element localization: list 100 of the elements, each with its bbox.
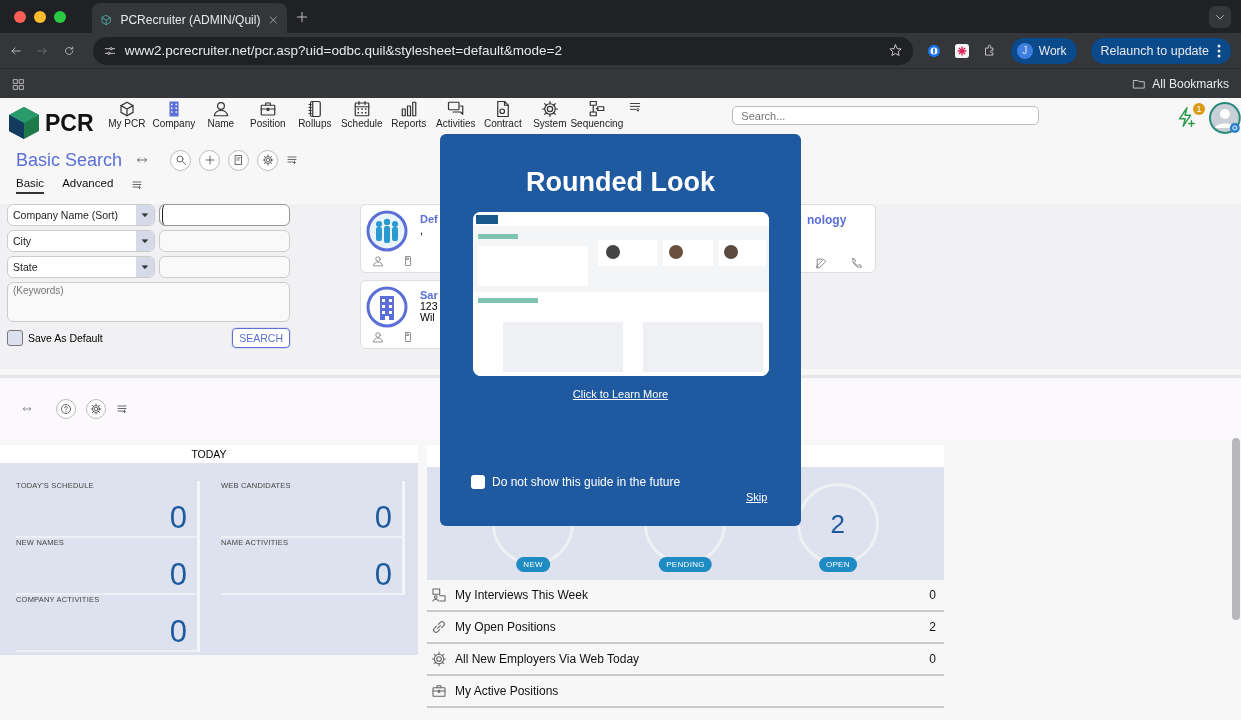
- nav-item[interactable]: Activities: [432, 98, 480, 129]
- person-icon: [372, 255, 384, 267]
- cube-icon: [100, 12, 113, 27]
- folder-icon: [1132, 77, 1147, 91]
- close-window-button[interactable]: [14, 10, 26, 23]
- person-icon: [372, 331, 384, 343]
- menu-icon[interactable]: [131, 179, 144, 191]
- edit-icon[interactable]: [815, 257, 828, 270]
- nav-item[interactable]: Company: [150, 98, 198, 129]
- card-text: Wil: [420, 312, 435, 323]
- field-dropdown[interactable]: City: [7, 230, 155, 252]
- gear-icon: [431, 651, 447, 667]
- puzzle-icon[interactable]: [982, 42, 997, 59]
- close-icon[interactable]: [268, 13, 279, 26]
- keywords-field[interactable]: (Keywords): [7, 282, 290, 322]
- card-text: 123: [420, 301, 438, 312]
- notebook-icon: [305, 100, 324, 118]
- search-button[interactable]: [170, 149, 192, 171]
- question-icon: [60, 403, 72, 415]
- extension-icon[interactable]: [954, 42, 969, 59]
- address-bar[interactable]: www2.pcrecruiter.net/pcr.asp?uid=odbc.quil&stylesheet=default&mode=2: [92, 36, 913, 65]
- list-item[interactable]: My Active Positions: [427, 676, 944, 708]
- calendar-icon: [352, 100, 371, 118]
- settings-button[interactable]: [257, 149, 279, 171]
- briefcase-icon: [258, 100, 277, 118]
- checkbox[interactable]: [471, 475, 485, 489]
- report-button[interactable]: [228, 149, 250, 171]
- notification-badge: 1: [1193, 103, 1205, 115]
- stat-value: 0: [168, 614, 188, 650]
- menu-icon[interactable]: [628, 100, 643, 114]
- expand-arrows-icon[interactable]: [136, 154, 149, 166]
- input-field[interactable]: [159, 256, 290, 278]
- search-tab[interactable]: Basic: [16, 176, 45, 194]
- count-value: 2: [830, 508, 846, 540]
- browser-tab[interactable]: PCRecruiter (ADMIN/Quil): [92, 3, 287, 36]
- field-dropdown[interactable]: Company Name (Sort): [7, 204, 155, 226]
- learn-more-link[interactable]: Click to Learn More: [572, 388, 669, 400]
- caret-icon: [141, 263, 149, 271]
- caret-icon: [141, 237, 149, 245]
- building-avatar-icon: [366, 286, 408, 328]
- relaunch-button[interactable]: Relaunch to update: [1090, 37, 1231, 64]
- nav-item[interactable]: Position: [244, 98, 292, 129]
- nav-item[interactable]: Sequencing: [573, 98, 621, 129]
- person-icon: [211, 100, 230, 118]
- logo-text: PCR: [45, 109, 94, 137]
- scrollbar[interactable]: [1232, 438, 1240, 620]
- card-title[interactable]: nology: [807, 213, 847, 227]
- checkbox-label: Save As Default: [28, 332, 103, 344]
- menu-icon[interactable]: [116, 403, 128, 415]
- nav-item[interactable]: Schedule: [338, 98, 386, 129]
- nav-item[interactable]: Name: [197, 98, 245, 129]
- settings-icon: [90, 403, 102, 415]
- nav-item[interactable]: My PCR: [103, 98, 151, 129]
- list-item[interactable]: My Open Positions 2: [427, 612, 944, 644]
- reload-icon[interactable]: [62, 43, 75, 58]
- nav-item[interactable]: Rollups: [291, 98, 339, 129]
- search-field[interactable]: Search...: [732, 106, 1040, 125]
- briefcase-icon: [431, 683, 447, 699]
- hexagon-logo-icon: [8, 106, 40, 140]
- card-title[interactable]: Def: [420, 214, 438, 225]
- search-icon: [174, 154, 187, 166]
- expand-arrows-icon[interactable]: [22, 404, 32, 414]
- help-button[interactable]: [56, 399, 76, 419]
- settings-button[interactable]: [86, 399, 106, 419]
- flowchart-icon: [587, 100, 606, 118]
- input-field[interactable]: [159, 230, 290, 252]
- settings-icon: [540, 100, 559, 118]
- checkbox[interactable]: [7, 330, 23, 346]
- bookmarks-folder[interactable]: All Bookmarks: [1132, 77, 1229, 91]
- people-avatar-icon: [366, 210, 408, 252]
- nav-item[interactable]: Reports: [385, 98, 433, 129]
- phone-icon[interactable]: [850, 257, 863, 270]
- star-icon[interactable]: [887, 43, 903, 58]
- list-item[interactable]: My Interviews This Week 0: [427, 580, 944, 612]
- list-item[interactable]: All New Employers Via Web Today 0: [427, 644, 944, 676]
- profile-button[interactable]: J Work: [1010, 37, 1077, 64]
- link-icon: [431, 619, 447, 635]
- minimize-window-button[interactable]: [34, 10, 46, 23]
- cube-icon: [117, 100, 136, 118]
- stat-value: 0: [168, 557, 188, 593]
- apps-grid-icon[interactable]: [12, 77, 25, 91]
- panel-title: TODAY: [0, 445, 418, 463]
- settings-icon: [261, 154, 274, 166]
- stat-value: 0: [168, 500, 188, 536]
- zoom-window-button[interactable]: [54, 10, 66, 23]
- stat-value: 0: [373, 557, 393, 593]
- input-field[interactable]: [159, 204, 290, 226]
- plus-icon[interactable]: [295, 9, 309, 24]
- skip-link[interactable]: Skip: [746, 491, 768, 503]
- field-dropdown[interactable]: State: [7, 256, 155, 278]
- nav-item[interactable]: Contract: [479, 98, 527, 129]
- checkbox-label: Do not show this guide in the future: [492, 475, 681, 489]
- page-title: Basic Search: [16, 149, 123, 171]
- password-manager-icon[interactable]: [926, 42, 941, 59]
- menu-icon[interactable]: [286, 154, 299, 166]
- card-title[interactable]: Sar: [420, 290, 438, 301]
- avatar-icon[interactable]: [1209, 102, 1241, 134]
- search-button[interactable]: SEARCH: [232, 328, 290, 348]
- search-tab[interactable]: Advanced: [62, 176, 114, 194]
- stat-value: 0: [373, 500, 393, 536]
